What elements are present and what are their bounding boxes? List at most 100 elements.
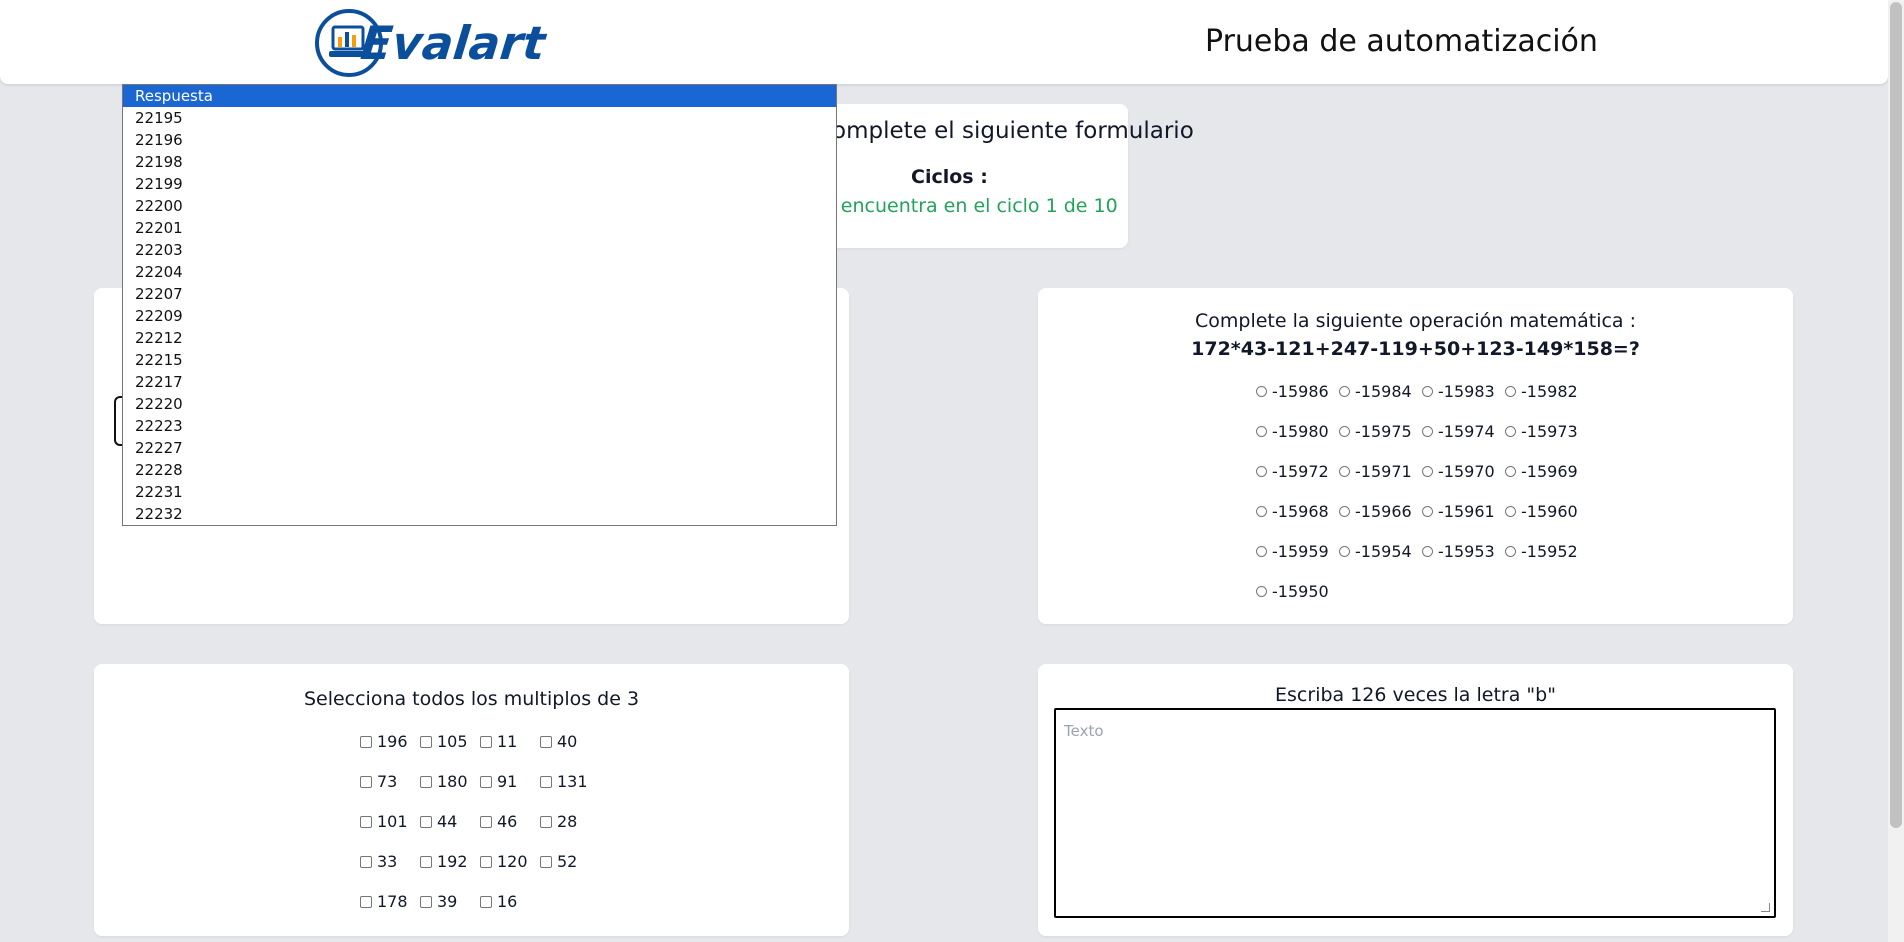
checkbox[interactable]	[420, 895, 432, 908]
dropdown-option[interactable]: 22207	[123, 283, 836, 305]
multiple-option[interactable]: 196	[360, 732, 408, 751]
math-option[interactable]: -15973	[1505, 422, 1578, 441]
checkbox[interactable]	[360, 735, 372, 748]
checkbox[interactable]	[360, 895, 372, 908]
multiple-option[interactable]: 73	[360, 772, 397, 791]
math-option[interactable]: -15972	[1256, 462, 1329, 481]
math-option[interactable]: -15961	[1422, 502, 1495, 521]
dropdown-option[interactable]: 22220	[123, 393, 836, 415]
dropdown-option[interactable]: 22212	[123, 327, 836, 349]
multiple-option[interactable]: 52	[540, 852, 577, 871]
radio-button[interactable]	[1505, 386, 1516, 397]
checkbox[interactable]	[480, 775, 492, 788]
checkbox[interactable]	[420, 775, 432, 788]
multiple-option[interactable]: 131	[540, 772, 588, 791]
resize-grip-icon[interactable]	[1761, 903, 1770, 912]
multiple-option[interactable]: 46	[480, 812, 517, 831]
radio-button[interactable]	[1505, 546, 1516, 557]
radio-button[interactable]	[1339, 546, 1350, 557]
checkbox[interactable]	[480, 855, 492, 868]
radio-button[interactable]	[1256, 506, 1267, 517]
math-option[interactable]: -15954	[1339, 542, 1412, 561]
math-option[interactable]: -15950	[1256, 582, 1329, 601]
dropdown-option[interactable]: 22200	[123, 195, 836, 217]
dropdown-option[interactable]: 22217	[123, 371, 836, 393]
dropdown-option[interactable]: 22215	[123, 349, 836, 371]
answer-dropdown-list[interactable]: Respuesta 22195 22196 22198 22199 22200 22201 2…	[122, 84, 837, 526]
multiple-option[interactable]: 44	[420, 812, 457, 831]
checkbox[interactable]	[360, 855, 372, 868]
math-option[interactable]: -15983	[1422, 382, 1495, 401]
multiple-option[interactable]: 180	[420, 772, 468, 791]
radio-button[interactable]	[1505, 466, 1516, 477]
checkbox[interactable]	[360, 815, 372, 828]
radio-button[interactable]	[1505, 426, 1516, 437]
multiple-option[interactable]: 40	[540, 732, 577, 751]
dropdown-option[interactable]: 22203	[123, 239, 836, 261]
checkbox[interactable]	[540, 815, 552, 828]
math-option[interactable]: -15975	[1339, 422, 1412, 441]
math-option[interactable]: -15984	[1339, 382, 1412, 401]
multiple-option[interactable]: 16	[480, 892, 517, 911]
multiple-option[interactable]: 178	[360, 892, 408, 911]
math-option[interactable]: -15960	[1505, 502, 1578, 521]
radio-button[interactable]	[1339, 426, 1350, 437]
math-option[interactable]: -15980	[1256, 422, 1329, 441]
checkbox[interactable]	[480, 735, 492, 748]
multiple-option[interactable]: 33	[360, 852, 397, 871]
dropdown-option[interactable]: 22199	[123, 173, 836, 195]
math-option[interactable]: -15970	[1422, 462, 1495, 481]
multiple-option[interactable]: 101	[360, 812, 408, 831]
radio-button[interactable]	[1339, 386, 1350, 397]
radio-button[interactable]	[1256, 466, 1267, 477]
dropdown-option[interactable]: 22195	[123, 107, 836, 129]
radio-button[interactable]	[1422, 546, 1433, 557]
scrollbar-thumb[interactable]	[1890, 2, 1902, 828]
checkbox[interactable]	[420, 735, 432, 748]
radio-button[interactable]	[1422, 386, 1433, 397]
radio-button[interactable]	[1505, 506, 1516, 517]
multiple-option[interactable]: 39	[420, 892, 457, 911]
math-option[interactable]: -15971	[1339, 462, 1412, 481]
math-option[interactable]: -15968	[1256, 502, 1329, 521]
dropdown-option[interactable]: 22223	[123, 415, 836, 437]
dropdown-option[interactable]: 22209	[123, 305, 836, 327]
multiple-option[interactable]: 105	[420, 732, 468, 751]
multiple-option[interactable]: 28	[540, 812, 577, 831]
math-option[interactable]: -15982	[1505, 382, 1578, 401]
dropdown-option[interactable]: 22232	[123, 503, 836, 525]
radio-button[interactable]	[1422, 506, 1433, 517]
radio-button[interactable]	[1422, 466, 1433, 477]
math-option[interactable]: -15986	[1256, 382, 1329, 401]
math-option[interactable]: -15959	[1256, 542, 1329, 561]
checkbox[interactable]	[420, 855, 432, 868]
math-option[interactable]: -15974	[1422, 422, 1495, 441]
math-option[interactable]: -15953	[1422, 542, 1495, 561]
checkbox[interactable]	[480, 895, 492, 908]
checkbox[interactable]	[420, 815, 432, 828]
dropdown-option[interactable]: Respuesta	[123, 85, 836, 107]
math-option[interactable]: -15969	[1505, 462, 1578, 481]
radio-button[interactable]	[1256, 586, 1267, 597]
checkbox[interactable]	[540, 775, 552, 788]
radio-button[interactable]	[1256, 386, 1267, 397]
multiple-option[interactable]: 120	[480, 852, 528, 871]
multiple-option[interactable]: 11	[480, 732, 517, 751]
checkbox[interactable]	[540, 855, 552, 868]
checkbox[interactable]	[540, 735, 552, 748]
dropdown-option[interactable]: 22196	[123, 129, 836, 151]
dropdown-option[interactable]: 22231	[123, 481, 836, 503]
multiple-option[interactable]: 192	[420, 852, 468, 871]
text-task-input[interactable]: Texto	[1054, 708, 1776, 918]
math-option[interactable]: -15952	[1505, 542, 1578, 561]
math-option[interactable]: -15966	[1339, 502, 1412, 521]
radio-button[interactable]	[1256, 546, 1267, 557]
dropdown-option[interactable]: 22228	[123, 459, 836, 481]
radio-button[interactable]	[1422, 426, 1433, 437]
dropdown-option[interactable]: 22198	[123, 151, 836, 173]
page-scrollbar[interactable]	[1888, 0, 1904, 942]
radio-button[interactable]	[1339, 466, 1350, 477]
checkbox[interactable]	[360, 775, 372, 788]
multiple-option[interactable]: 91	[480, 772, 517, 791]
radio-button[interactable]	[1256, 426, 1267, 437]
